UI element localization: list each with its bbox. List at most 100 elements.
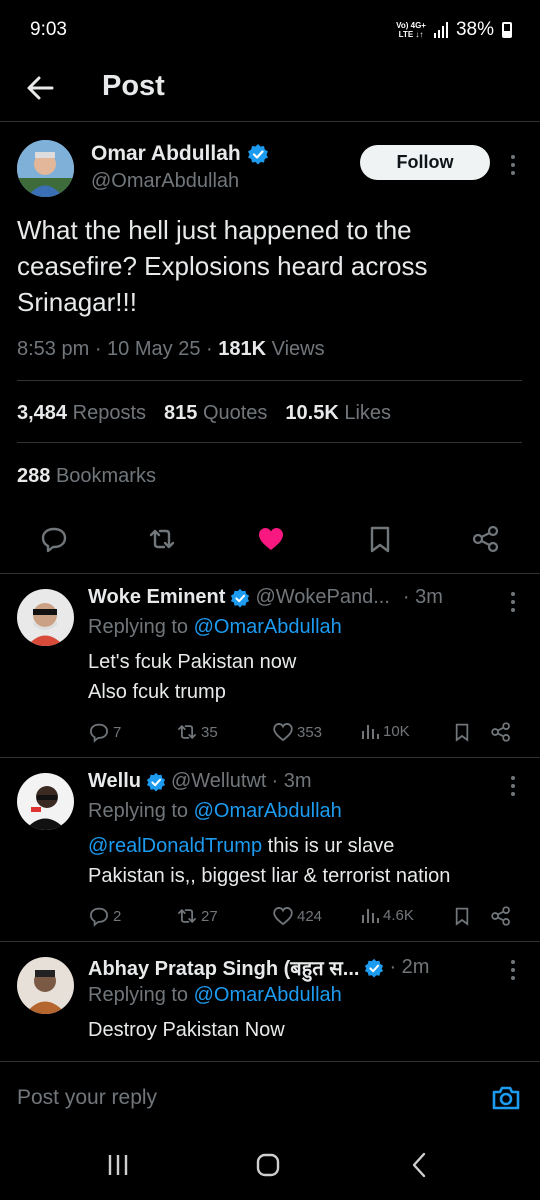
reply-views-button[interactable]: 4.6K [360, 905, 414, 925]
replying-to: Replying to @OmarAbdullah [88, 616, 342, 639]
divider [17, 442, 522, 443]
views-icon [362, 725, 379, 739]
likes-stat[interactable]: 10.5K Likes [285, 402, 391, 425]
author-avatar[interactable] [17, 140, 74, 197]
replying-to-handle[interactable]: @OmarAbdullah [194, 616, 342, 638]
reply-author-handle[interactable]: @Wellutwt [171, 770, 267, 793]
quotes-stat[interactable]: 815 Quotes [164, 402, 267, 425]
reply-input[interactable]: Post your reply [17, 1086, 157, 1110]
reply-actions: 2 27 424 4.6K [88, 905, 528, 929]
comment-icon [90, 907, 108, 927]
comment-count: 2 [113, 907, 122, 925]
more-options-icon[interactable] [510, 155, 516, 175]
repost-count: 35 [201, 723, 218, 741]
comment-icon [90, 723, 108, 743]
reply-author-name[interactable]: Abhay Pratap Singh (बहुत स... [88, 954, 359, 981]
reply-text: Let's fcuk Pakistan now Also fcuk trump [88, 647, 528, 707]
reply-comment-button[interactable]: 2 [88, 905, 121, 927]
reply-author-name[interactable]: Wellu [88, 770, 141, 793]
reply-repost-button[interactable]: 27 [176, 905, 218, 927]
reply-text: Destroy Pakistan Now [88, 1015, 528, 1045]
reposts-stat[interactable]: 3,484 Reposts [17, 402, 146, 425]
heart-icon [273, 723, 293, 742]
reply-like-button[interactable]: 353 [272, 721, 322, 743]
post-time: 8:53 pm [17, 338, 90, 360]
comment-count: 7 [113, 723, 122, 741]
replying-to-handle[interactable]: @OmarAbdullah [194, 800, 342, 822]
divider [0, 573, 540, 574]
likes-label: Likes [344, 402, 392, 424]
author-name[interactable]: Omar Abdullah [91, 142, 269, 166]
reply-views-button[interactable]: 10K [360, 721, 410, 741]
arrow-left-icon [27, 76, 54, 100]
replying-to-handle[interactable]: @OmarAbdullah [194, 984, 342, 1006]
signal-icon [433, 22, 448, 38]
reply-share-button[interactable] [490, 905, 512, 927]
bookmark-button[interactable] [365, 524, 395, 554]
reply-avatar[interactable] [17, 589, 74, 646]
battery-percent: 38% [455, 19, 494, 40]
avatar-image [17, 140, 74, 197]
bookmark-icon [370, 526, 390, 553]
bookmarks-stat[interactable]: 288 Bookmarks [17, 465, 156, 488]
repost-button[interactable] [147, 524, 177, 554]
reply-time: · 3m [402, 586, 443, 608]
reply-comment-button[interactable]: 7 [88, 721, 121, 743]
repost-count: 27 [201, 907, 218, 925]
post-text: What the hell just happened to the cease… [17, 215, 428, 317]
reply-repost-button[interactable]: 35 [176, 721, 218, 743]
chevron-left-icon [412, 1152, 426, 1178]
reply-bookmark-button[interactable] [452, 721, 472, 743]
reply-text-line: @realDonaldTrump this is ur slave [88, 831, 528, 861]
reply-text-line: Let's fcuk Pakistan now [88, 651, 297, 673]
bookmarks-label: Bookmarks [55, 465, 156, 487]
reply-author-handle[interactable]: @WokePand... [255, 586, 389, 609]
heart-icon [273, 907, 293, 926]
post-meta: 8:53 pm · 10 May 25 · 181K Views [17, 338, 325, 360]
view-count: 10K [383, 722, 410, 740]
camera-icon [492, 1086, 520, 1110]
comment-icon [41, 527, 67, 553]
bookmarks-count: 288 [17, 465, 51, 487]
share-button[interactable] [471, 524, 501, 554]
like-button[interactable] [256, 524, 286, 554]
author-handle[interactable]: @OmarAbdullah [91, 170, 239, 193]
mention-link[interactable]: @realDonaldTrump [88, 835, 262, 857]
system-back-button[interactable] [404, 1151, 436, 1179]
camera-button[interactable] [490, 1082, 522, 1114]
reply-composer: Post your reply [0, 1061, 540, 1129]
reply-avatar[interactable] [17, 773, 74, 830]
reply-text-line: Destroy Pakistan Now [88, 1019, 285, 1041]
more-options-icon[interactable] [510, 592, 516, 612]
back-button[interactable] [22, 70, 58, 106]
bookmark-icon [455, 907, 469, 926]
repost-icon [149, 529, 175, 549]
status-time: 9:03 [30, 19, 67, 40]
status-icons: Vo) 4G+ LTE ↓↑ 38% [396, 19, 512, 41]
reply-avatar[interactable] [17, 957, 74, 1014]
recent-apps-button[interactable] [102, 1151, 134, 1179]
reply-actions: 7 35 353 10K [88, 721, 528, 745]
reply-author-name[interactable]: Woke Eminent [88, 586, 225, 609]
reply-like-button[interactable]: 424 [272, 905, 322, 927]
more-options-icon[interactable] [510, 960, 516, 980]
follow-button[interactable]: Follow [360, 145, 490, 180]
more-options-icon[interactable] [510, 776, 516, 796]
divider [0, 757, 540, 758]
reply-text-line: Also fcuk trump [88, 681, 226, 703]
reply-item[interactable]: Abhay Pratap Singh (बहुत स... · 2m Reply… [0, 941, 540, 1061]
reply-button[interactable] [39, 524, 69, 554]
bookmark-icon [455, 723, 469, 742]
reply-text-segment: this is ur slave [262, 835, 395, 857]
reply-bookmark-button[interactable] [452, 905, 472, 927]
reply-header: Woke Eminent @WokePand... · 3m [88, 586, 518, 609]
like-count: 424 [297, 907, 323, 925]
verified-badge-icon [146, 772, 166, 792]
reposts-count: 3,484 [17, 402, 68, 424]
repost-icon [178, 908, 196, 924]
page-title: Post [102, 70, 165, 102]
home-button[interactable] [252, 1151, 284, 1179]
reply-header: Wellu @Wellutwt · 3m [88, 770, 518, 793]
post-date: 10 May 25 [107, 338, 201, 360]
reply-share-button[interactable] [490, 721, 512, 743]
